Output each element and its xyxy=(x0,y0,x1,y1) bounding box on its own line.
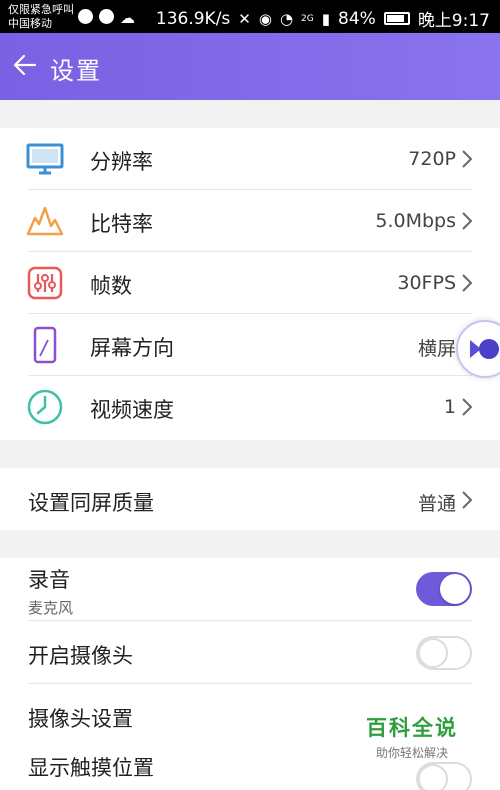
recording-notification-icon xyxy=(99,9,114,24)
chevron-right-icon xyxy=(462,150,473,168)
signal-icon: ▮ xyxy=(321,9,331,28)
setting-row-speed[interactable]: 视频速度 1 xyxy=(0,376,500,438)
app-notification-icon xyxy=(78,9,93,24)
video-settings-section: 分辨率 720P 比特率 5.0Mbps 帧数 30FPS 屏幕方向 横屏 视频… xyxy=(0,128,500,440)
setting-row-quality[interactable]: 设置同屏质量 普通 xyxy=(0,468,500,530)
arrow-left-icon[interactable] xyxy=(12,52,38,78)
speed-label: 视频速度 xyxy=(90,398,174,422)
status-right: 136.9K/s ✕ ◉ ◔ 2G ▮ 84% 晚上9:17 xyxy=(155,6,490,32)
video-camera-icon xyxy=(470,339,499,359)
speed-value: 1 xyxy=(443,396,456,418)
monitor-icon xyxy=(26,143,64,175)
setting-row-orientation[interactable]: 屏幕方向 横屏 xyxy=(0,314,500,376)
clock-icon xyxy=(27,389,63,425)
toggle-knob xyxy=(440,574,470,604)
resolution-value: 720P xyxy=(408,148,456,170)
toggle-knob xyxy=(418,764,448,790)
orientation-value: 横屏 xyxy=(417,338,456,360)
resolution-label: 分辨率 xyxy=(90,150,153,174)
network-type: 2G xyxy=(301,13,314,24)
chevron-right-icon xyxy=(462,398,473,416)
network-speed: 136.9K/s xyxy=(155,8,231,29)
carrier-line-1: 仅限紧急呼叫 xyxy=(8,3,74,16)
carrier-line-2: 中国移动 xyxy=(8,17,52,30)
mute-icon: ✕ xyxy=(238,9,251,28)
chevron-right-icon xyxy=(462,274,473,292)
record-toggle[interactable] xyxy=(416,572,472,606)
touch-label: 显示触摸位置 xyxy=(28,756,154,780)
phone-icon xyxy=(33,326,57,364)
setting-row-framerate[interactable]: 帧数 30FPS xyxy=(0,252,500,314)
bitrate-label: 比特率 xyxy=(90,212,153,236)
quality-value: 普通 xyxy=(417,493,456,515)
watermark-title: 百科全说 xyxy=(366,716,458,740)
setting-row-bitrate[interactable]: 比特率 5.0Mbps xyxy=(0,190,500,252)
record-label: 录音 xyxy=(28,568,70,592)
battery-icon xyxy=(383,12,410,25)
watermark-subtitle: 助你轻松解决 xyxy=(375,746,448,760)
sliders-icon xyxy=(27,266,63,300)
clock: 晚上9:17 xyxy=(417,11,490,31)
chevron-right-icon xyxy=(462,491,473,509)
quality-section: 设置同屏质量 普通 xyxy=(0,468,500,530)
quality-label: 设置同屏质量 xyxy=(28,491,154,515)
setting-row-camera: 开启摄像头 xyxy=(0,621,500,684)
touch-toggle[interactable] xyxy=(416,762,472,790)
setting-row-record: 录音 麦克风 xyxy=(0,558,500,621)
camera-toggle[interactable] xyxy=(416,636,472,670)
toggle-knob xyxy=(418,638,448,668)
eye-icon: ◉ xyxy=(258,9,272,28)
battery-level: 84% xyxy=(338,8,376,29)
framerate-label: 帧数 xyxy=(90,274,132,298)
camera-settings-label: 摄像头设置 xyxy=(28,707,133,731)
bitrate-value: 5.0Mbps xyxy=(375,210,456,232)
cloud-icon: ☁ xyxy=(120,9,135,27)
framerate-value: 30FPS xyxy=(397,272,456,294)
notification-icons: ☁ xyxy=(78,9,135,27)
status-bar: 仅限紧急呼叫 中国移动 ☁ 136.9K/s ✕ ◉ ◔ 2G ▮ 84% 晚上… xyxy=(0,0,500,33)
chevron-right-icon xyxy=(462,212,473,230)
setting-row-resolution[interactable]: 分辨率 720P xyxy=(0,128,500,190)
camera-label: 开启摄像头 xyxy=(28,644,133,668)
wifi-icon: ◔ xyxy=(279,9,294,28)
waveform-icon xyxy=(26,206,64,236)
page-title: 设置 xyxy=(50,57,102,85)
watermark: 百科全说 助你轻松解决 xyxy=(352,712,472,761)
carrier-info: 仅限紧急呼叫 中国移动 xyxy=(8,3,74,31)
record-sub-label: 麦克风 xyxy=(28,599,74,617)
app-bar: 设置 xyxy=(0,33,500,100)
orientation-label: 屏幕方向 xyxy=(90,336,174,360)
